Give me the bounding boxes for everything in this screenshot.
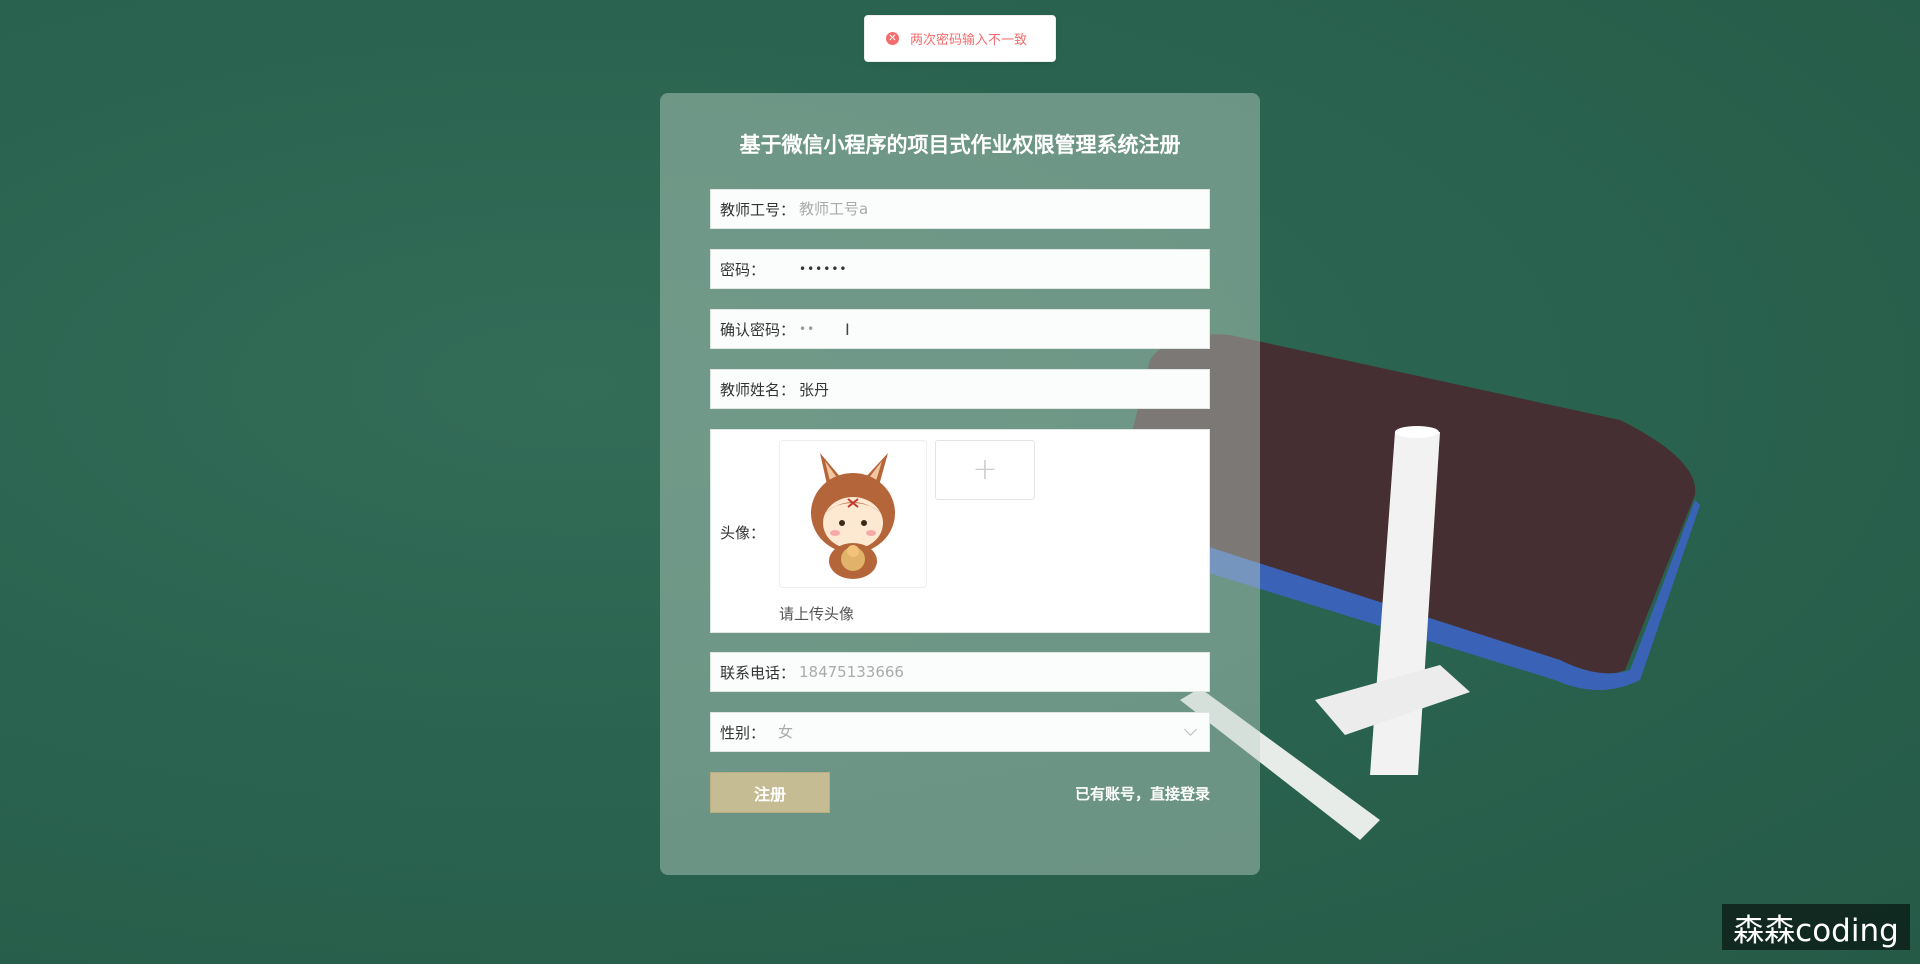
toast-message: 两次密码输入不一致: [910, 33, 1028, 48]
gender-select-input[interactable]: [778, 713, 1209, 751]
text-cursor-icon: I: [845, 320, 850, 339]
avatar-upload-button[interactable]: +: [935, 440, 1035, 500]
avatar-hint: 请上传头像: [779, 605, 855, 623]
register-card: 基于微信小程序的项目式作业权限管理系统注册 教师工号： 密码： •••••• 确…: [660, 93, 1260, 875]
password-field: 密码： ••••••: [710, 249, 1210, 289]
page-title: 基于微信小程序的项目式作业权限管理系统注册: [739, 133, 1181, 157]
confirm-password-field: 确认密码： •• I: [710, 309, 1210, 349]
phone-field: 联系电话：: [710, 652, 1210, 692]
teacher-name-input[interactable]: 张丹: [799, 379, 1209, 400]
teacher-id-input[interactable]: [799, 190, 1209, 228]
teacher-id-label: 教师工号：: [720, 200, 796, 219]
error-circle-icon: ✕: [886, 32, 899, 45]
teacher-name-field: 教师姓名： 张丹: [710, 369, 1210, 409]
teacher-name-label: 教师姓名：: [720, 380, 796, 399]
gender-select[interactable]: 性别：: [710, 712, 1210, 752]
phone-label: 联系电话：: [720, 663, 796, 682]
teacher-id-field: 教师工号：: [710, 189, 1210, 229]
avatar-field: 头像： + 请上传头像: [710, 429, 1210, 633]
confirm-password-label: 确认密码：: [720, 320, 796, 339]
cartoon-donkey-avatar-icon: [811, 453, 895, 579]
login-link[interactable]: 已有账号，直接登录: [1075, 783, 1210, 804]
plus-icon: +: [972, 452, 998, 487]
password-input[interactable]: ••••••: [799, 262, 1209, 276]
avatar-label: 头像：: [720, 524, 766, 542]
confirm-password-input[interactable]: ••: [799, 322, 1209, 336]
watermark: 森森coding: [1722, 904, 1910, 950]
error-toast: ✕ 两次密码输入不一致: [864, 15, 1056, 62]
avatar-image[interactable]: [779, 440, 927, 588]
password-label: 密码：: [720, 260, 766, 279]
phone-input[interactable]: [799, 653, 1209, 691]
gender-label: 性别：: [720, 723, 766, 742]
register-button[interactable]: 注册: [710, 772, 830, 813]
